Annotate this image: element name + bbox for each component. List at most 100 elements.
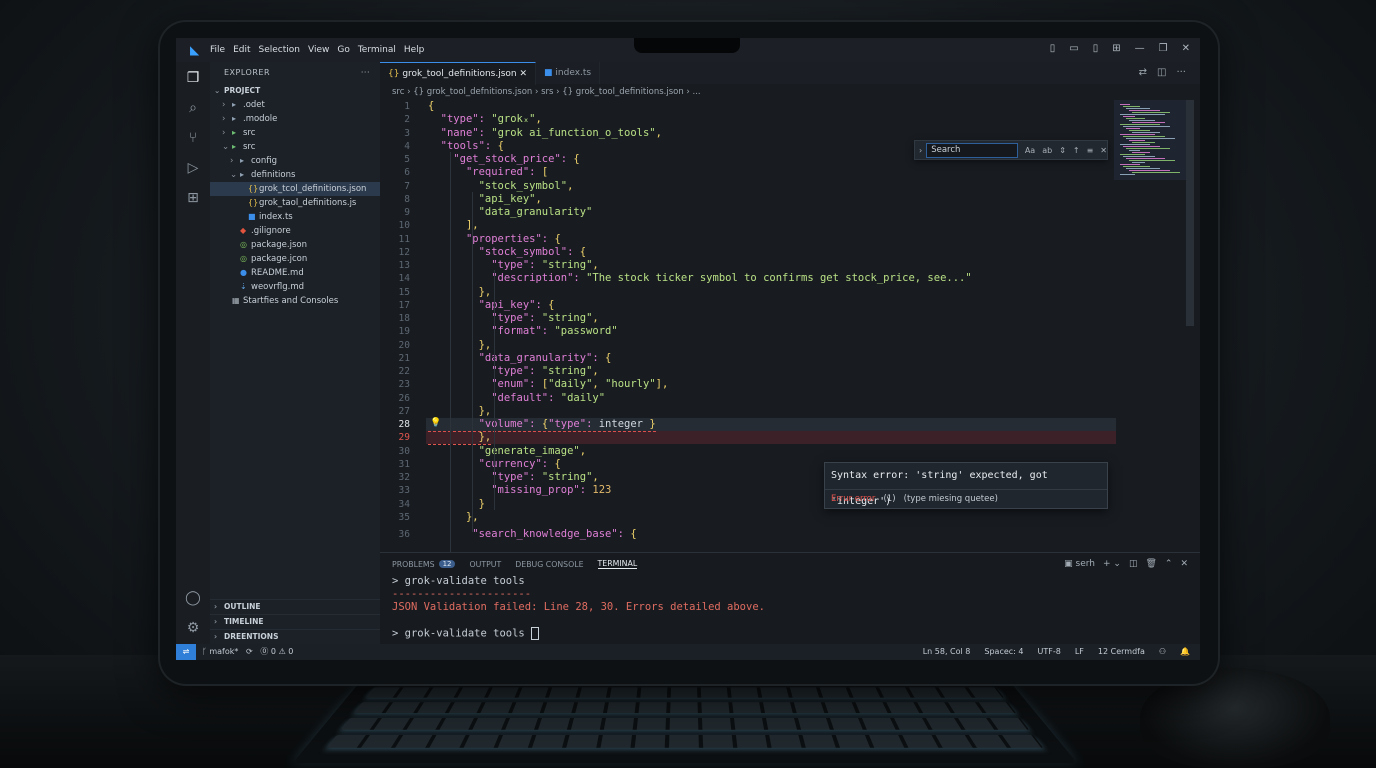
code-line[interactable]: 13 "type": "string", [380,259,1120,272]
tree-item[interactable]: › ▸ .modole [210,112,380,126]
editor-scrollbar[interactable] [1186,100,1194,326]
code-line[interactable]: 22 "type": "string", [380,365,1120,378]
tree-item[interactable]: ⇣ weovrflg.md [210,280,380,294]
panel-tab-terminal[interactable]: TERMINAL [598,559,638,569]
explorer-icon[interactable]: ❐ [185,70,201,86]
cursor-position[interactable]: Ln 58, Col 8 [923,644,971,660]
source-control-icon[interactable]: ⑂ [185,130,201,146]
tree-item[interactable]: ◎ package.jcon [210,252,380,266]
code-line[interactable]: 23 "enum": ["daily", "hourly"], [380,378,1120,391]
tree-item[interactable]: › ▸ .odet [210,98,380,112]
code-line[interactable]: 27 }, [380,405,1120,418]
code-line[interactable]: 2 "type": "grokₓ", [380,113,1120,126]
tree-item[interactable]: ◎ package.json [210,238,380,252]
split-editor-icon[interactable]: ◫ [1157,67,1166,78]
code-line[interactable]: 19 "format": "password" [380,325,1120,338]
tree-item[interactable]: ⌄ ▸ src [210,140,380,154]
tree-item[interactable]: › ▸ src [210,126,380,140]
tree-item[interactable]: ■ index.ts [210,210,380,224]
settings-gear-icon[interactable]: ⚙ [185,620,201,636]
panel-tab-output[interactable]: OUTPUT [469,560,501,569]
minimize-icon[interactable]: — [1135,43,1145,54]
sync-icon[interactable]: ⟳ [246,647,253,656]
restore-icon[interactable]: ❐ [1159,43,1168,54]
sidebar-section-dreentions[interactable]: › DREENTIONS [210,629,380,644]
previous-match-icon[interactable]: ↑ [1073,146,1080,155]
code-line[interactable]: 11 "properties": { [380,233,1120,246]
tree-item[interactable]: ● README.md [210,266,380,280]
terminal-output[interactable]: > grok-validate tools -------------------… [380,575,1200,640]
code-line[interactable]: 3 "nane": "grok ai_function_o_tools", [380,127,1120,140]
code-line[interactable]: 18 "type": "string", [380,312,1120,325]
code-line[interactable]: 1{ [380,100,1120,113]
menu-selection[interactable]: Selection [259,45,300,55]
tab-index-ts[interactable]: ■ index.ts [536,62,600,84]
tree-item[interactable]: {}grok_taol_definitions.js [210,196,380,210]
tab-json-file[interactable]: {} grok_tool_definitions.json ✕ [380,62,536,85]
tree-item[interactable]: ◆ .gilignore [210,224,380,238]
code-line[interactable]: 26 "default": "daily" [380,392,1120,405]
code-line[interactable]: 35 }, [380,511,1120,524]
remote-indicator-icon[interactable]: ⇌ [176,644,196,660]
menu-file[interactable]: File [210,45,225,55]
sidebar-section-timeline[interactable]: › TIMELINE [210,614,380,629]
menu-edit[interactable]: Edit [233,45,250,55]
code-line[interactable]: 12 "stock_symbol": { [380,246,1120,259]
sidebar-section-outline[interactable]: › OUTLINE [210,599,380,614]
code-line[interactable]: 8 "api_key", [380,193,1120,206]
toggle-sidebar-icon[interactable]: ▯ [1050,43,1056,54]
toggle-secondary-icon[interactable]: ▯ [1093,43,1099,54]
layout-icon[interactable]: ⊞ [1112,43,1120,54]
problems-count[interactable]: ⓪ 0 ⚠ 0 [260,647,293,656]
close-find-icon[interactable]: ✕ [1100,146,1107,155]
whole-word-icon[interactable]: ab [1042,146,1052,155]
menu-view[interactable]: View [308,45,329,55]
branch-name[interactable]: mafok* [209,647,238,656]
code-line[interactable]: 17 "api_key": { [380,299,1120,312]
indentation[interactable]: Spacec: 4 [984,644,1023,660]
menu-terminal[interactable]: Terminal [358,45,396,55]
code-line[interactable]: 15 }, [380,286,1120,299]
panel-tab-debug-console[interactable]: DEBUG CONSOLE [515,560,583,569]
find-input[interactable]: Search [926,143,1018,158]
regex-icon[interactable]: ⇕ [1059,146,1066,155]
code-line[interactable]: 20 }, [380,339,1120,352]
lightbulb-icon[interactable]: 💡 [430,418,441,428]
close-panel-icon[interactable]: ✕ [1180,559,1188,569]
encoding[interactable]: UTF-8 [1038,644,1061,660]
code-line[interactable]: 30 "generate_image", [380,445,1120,458]
menu-help[interactable]: Help [404,45,425,55]
tree-item[interactable]: › ▸ config [210,154,380,168]
feedback-icon[interactable]: ⚇ [1159,644,1166,660]
code-line[interactable]: 28 "volume": {"type": integer } [380,418,1120,431]
more-actions-icon[interactable]: ··· [361,62,370,84]
minimap[interactable] [1114,100,1188,180]
menu-go[interactable]: Go [337,45,349,55]
tree-item[interactable]: {}grok_tcol_definitions.json [210,182,380,196]
code-line[interactable]: 29 }, [380,431,1120,444]
code-line[interactable]: 10 ], [380,219,1120,232]
code-line[interactable]: 36 "search_knowledge_base": { [380,528,1120,541]
code-line[interactable]: 14 "description": "The stock ticker symb… [380,272,1120,285]
toggle-panel-icon[interactable]: ▭ [1069,43,1078,54]
search-icon[interactable]: ⌕ [185,100,201,116]
split-terminal-icon[interactable]: ◫ [1129,559,1138,569]
hover-error-kind[interactable]: Errur error [831,494,875,504]
more-icon[interactable]: ··· [1176,67,1186,78]
maximize-panel-icon[interactable]: ⌃ [1165,559,1173,569]
close-tab-icon[interactable]: ✕ [517,69,527,79]
end-of-line[interactable]: LF [1075,644,1084,660]
extensions-icon[interactable]: ⊞ [185,190,201,206]
find-selection-icon[interactable]: ≡ [1087,146,1094,155]
match-case-icon[interactable]: Aa [1025,146,1035,155]
account-icon[interactable]: ◯ [185,590,201,606]
project-section[interactable]: ⌄ PROJECT [210,84,380,98]
code-line[interactable]: 7 "stock_symbol", [380,180,1120,193]
kill-terminal-icon[interactable]: 🗑 [1145,559,1156,569]
tree-item[interactable]: ⌄ ▸ definitions [210,168,380,182]
notifications-icon[interactable]: 🔔 [1180,644,1190,660]
panel-tab-problems[interactable]: PROBLEMS [392,560,435,569]
compare-icon[interactable]: ⇄ [1139,67,1147,78]
language-mode[interactable]: 12 Cermdfa [1098,644,1145,660]
code-line[interactable]: 9 "data_granularity" [380,206,1120,219]
